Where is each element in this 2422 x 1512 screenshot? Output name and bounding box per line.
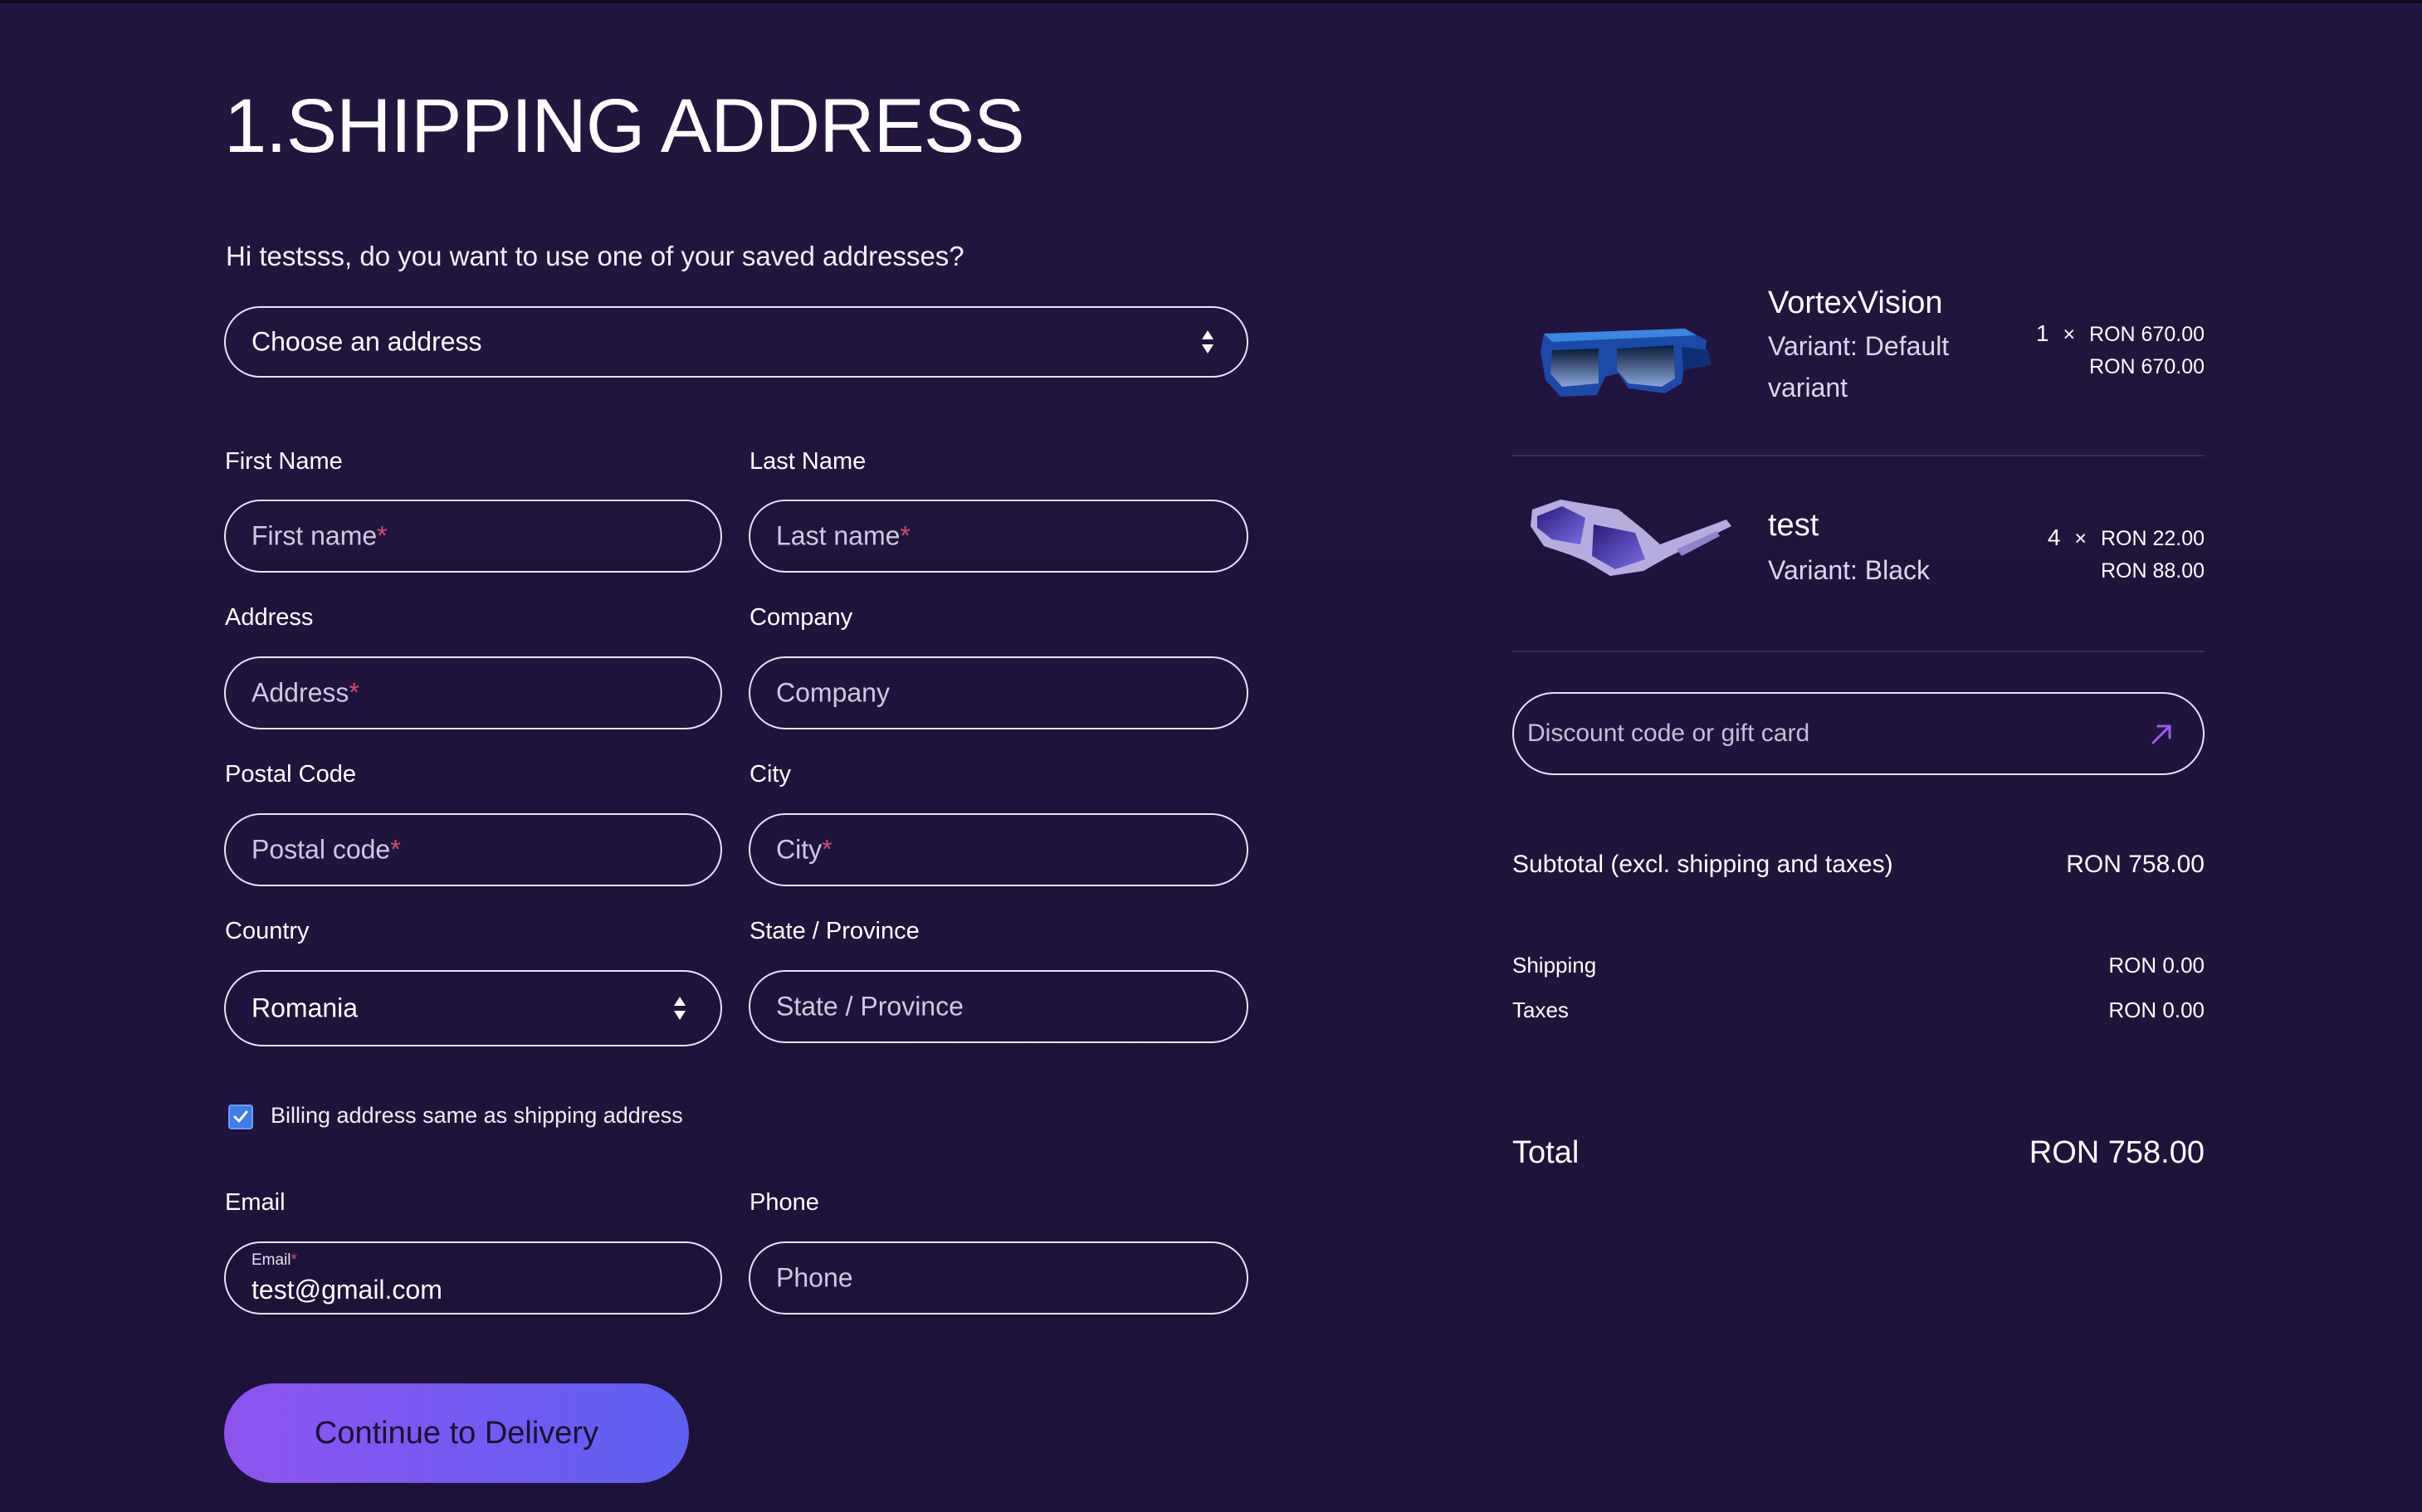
cart-item-name: VortexVision [1768, 285, 1943, 320]
times-sign: × [2063, 323, 2076, 346]
email-value: test@gmail.com [251, 1275, 442, 1305]
cart-item-name: test [1768, 508, 1819, 543]
select-arrows-icon [674, 996, 686, 1021]
state-placeholder: State / Province [776, 991, 964, 1022]
country-label: Country [225, 918, 310, 944]
cart-item-quantity: 1 [2035, 320, 2049, 346]
taxes-label: Taxes [1512, 997, 1569, 1022]
cart-item: test Variant: Black 4 × RON 22.00 RON 88… [1512, 490, 2205, 647]
billing-same-checkbox[interactable] [228, 1105, 253, 1129]
billing-same-label: Billing address same as shipping address [271, 1103, 683, 1128]
required-asterisk: * [291, 1251, 297, 1269]
postal-code-field[interactable]: Postal code* [224, 813, 722, 886]
required-asterisk: * [822, 834, 833, 865]
company-placeholder: Company [776, 677, 890, 708]
cart-item-unit-price: RON 22.00 [2100, 527, 2205, 550]
cart-item-variant: Variant: Default variant [1768, 331, 1950, 402]
divider [1512, 651, 2205, 652]
country-select-value: Romania [251, 993, 359, 1023]
state-label: State / Province [750, 918, 920, 944]
postal-code-label: Postal Code [225, 761, 356, 788]
city-field[interactable]: City* [749, 813, 1248, 886]
discount-code-field[interactable]: Discount code or gift card [1512, 692, 2205, 775]
address-placeholder: Address [251, 677, 349, 708]
phone-label: Phone [750, 1189, 819, 1216]
city-label: City [750, 761, 791, 788]
first-name-label: First Name [225, 448, 343, 475]
postal-code-placeholder: Postal code [251, 834, 391, 865]
country-select[interactable]: Romania [224, 970, 722, 1046]
first-name-placeholder: First name [251, 520, 378, 551]
shipping-label: Shipping [1512, 953, 1597, 978]
required-asterisk: * [377, 520, 388, 551]
total-label: Total [1512, 1135, 1580, 1170]
cart-item-line-total: RON 670.00 [2089, 355, 2205, 378]
divider [1512, 455, 2205, 456]
subtotal-value: RON 758.00 [2066, 851, 2205, 878]
required-asterisk: * [349, 677, 359, 708]
saved-address-prompt: Hi testsss, do you want to use one of yo… [226, 241, 964, 271]
last-name-field[interactable]: Last name* [749, 500, 1248, 573]
times-sign: × [2074, 527, 2087, 550]
arrow-up-right-icon[interactable] [2148, 719, 2176, 748]
phone-field[interactable]: Phone [749, 1241, 1248, 1314]
continue-to-delivery-button[interactable]: Continue to Delivery [224, 1383, 689, 1483]
cart-item-unit-price: RON 670.00 [2089, 323, 2205, 346]
city-placeholder: City [776, 834, 823, 865]
email-label: Email [225, 1189, 286, 1216]
top-border [0, 0, 2422, 3]
cart-item-line-total: RON 88.00 [2100, 559, 2205, 583]
company-field[interactable]: Company [749, 656, 1248, 729]
cart-item: VortexVision Variant: Default variant 1 … [1512, 274, 2205, 456]
email-field[interactable]: Email* test@gmail.com [224, 1241, 722, 1314]
sunglasses-blue-icon [1541, 329, 1712, 397]
select-arrows-icon [1202, 329, 1213, 354]
checkmark-icon [233, 1110, 248, 1123]
phone-placeholder: Phone [776, 1262, 853, 1293]
address-field[interactable]: Address* [224, 656, 722, 729]
total-value: RON 758.00 [2029, 1135, 2205, 1170]
discount-code-placeholder: Discount code or gift card [1527, 719, 1810, 747]
page-title: 1.SHIPPING ADDRESS [224, 84, 1025, 168]
required-asterisk: * [900, 520, 911, 551]
first-name-field[interactable]: First name* [224, 500, 722, 573]
saved-address-select-value: Choose an address [251, 326, 482, 357]
state-field[interactable]: State / Province [749, 970, 1248, 1043]
company-label: Company [750, 604, 853, 631]
last-name-placeholder: Last name [776, 520, 901, 551]
cart-item-quantity: 4 [2047, 524, 2061, 550]
taxes-value: RON 0.00 [2108, 997, 2205, 1022]
subtotal-label: Subtotal (excl. shipping and taxes) [1512, 851, 1893, 878]
sunglasses-purple-icon [1531, 500, 1731, 576]
address-label: Address [225, 604, 314, 631]
shipping-value: RON 0.00 [2108, 953, 2205, 978]
saved-address-select[interactable]: Choose an address [224, 306, 1248, 378]
cart-item-variant: Variant: Black [1768, 555, 1931, 585]
required-asterisk: * [390, 834, 401, 865]
last-name-label: Last Name [750, 448, 867, 475]
email-floating-label: Email [251, 1251, 291, 1269]
